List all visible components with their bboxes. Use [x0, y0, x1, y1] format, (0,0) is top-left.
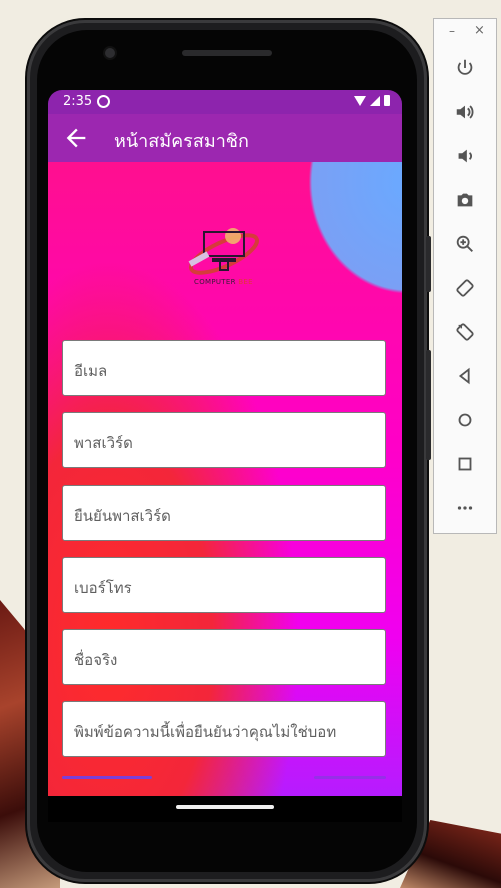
minimize-button[interactable]: –	[449, 24, 455, 38]
camera-icon[interactable]	[450, 185, 480, 215]
rotate-right-icon[interactable]	[450, 317, 480, 347]
page-title: หน้าสมัครสมาชิก	[114, 131, 249, 152]
confirm-password-field[interactable]: ยืนยันพาสเวิร์ด	[62, 485, 386, 541]
phone-field[interactable]: เบอร์โทร	[62, 557, 386, 613]
confirm-password-placeholder: ยืนยันพาสเวิร์ด	[74, 507, 171, 525]
emulator-toolbar: – ×	[433, 18, 497, 534]
captcha-field[interactable]: พิมพ์ข้อความนี้เพื่อยืนยันว่าคุณไม่ใช่บอ…	[62, 701, 386, 757]
device-screen: 2:35 หน้าสมัครสมาชิก COMPUTER BEE อีเมล	[48, 90, 402, 796]
phone-placeholder: เบอร์โทร	[74, 579, 132, 597]
password-placeholder: พาสเวิร์ด	[74, 434, 133, 452]
computer-bee-logo	[188, 228, 260, 275]
scroll-indicator-right	[314, 776, 386, 779]
name-field[interactable]: ชื่อจริง	[62, 629, 386, 685]
name-placeholder: ชื่อจริง	[74, 651, 118, 669]
earpiece	[182, 50, 272, 56]
more-icon[interactable]	[450, 493, 480, 523]
scroll-indicator-left	[62, 776, 152, 779]
navigation-bar	[48, 796, 402, 822]
emulator-window-controls: – ×	[434, 23, 498, 43]
cell-signal-icon	[370, 95, 380, 106]
volume-up-icon[interactable]	[450, 97, 480, 127]
email-placeholder: อีเมล	[74, 362, 108, 380]
status-indicators	[354, 95, 390, 106]
battery-icon	[384, 95, 390, 106]
side-power-button[interactable]	[426, 236, 431, 292]
zoom-icon[interactable]	[450, 229, 480, 259]
captcha-placeholder: พิมพ์ข้อความนี้เพื่อยืนยันว่าคุณไม่ใช่บอ…	[74, 723, 337, 741]
logo-text: COMPUTER BEE	[194, 278, 253, 286]
status-time: 2:35	[63, 94, 93, 109]
home-icon[interactable]	[450, 405, 480, 435]
status-bar: 2:35	[48, 90, 402, 114]
notification-icon	[97, 95, 110, 108]
back-icon[interactable]	[450, 361, 480, 391]
rotate-left-icon[interactable]	[450, 273, 480, 303]
home-gesture-handle[interactable]	[176, 805, 274, 809]
side-volume-button[interactable]	[426, 350, 431, 460]
back-arrow-icon[interactable]	[62, 124, 90, 152]
password-field[interactable]: พาสเวิร์ด	[62, 412, 386, 468]
register-form-area: COMPUTER BEE อีเมล พาสเวิร์ด ยืนยันพาสเว…	[48, 162, 402, 796]
front-camera	[105, 48, 115, 58]
app-bar: หน้าสมัครสมาชิก	[48, 114, 402, 162]
close-button[interactable]: ×	[474, 23, 485, 38]
email-field[interactable]: อีเมล	[62, 340, 386, 396]
overview-icon[interactable]	[450, 449, 480, 479]
power-icon[interactable]	[450, 53, 480, 83]
volume-down-icon[interactable]	[450, 141, 480, 171]
wifi-icon	[354, 95, 366, 106]
